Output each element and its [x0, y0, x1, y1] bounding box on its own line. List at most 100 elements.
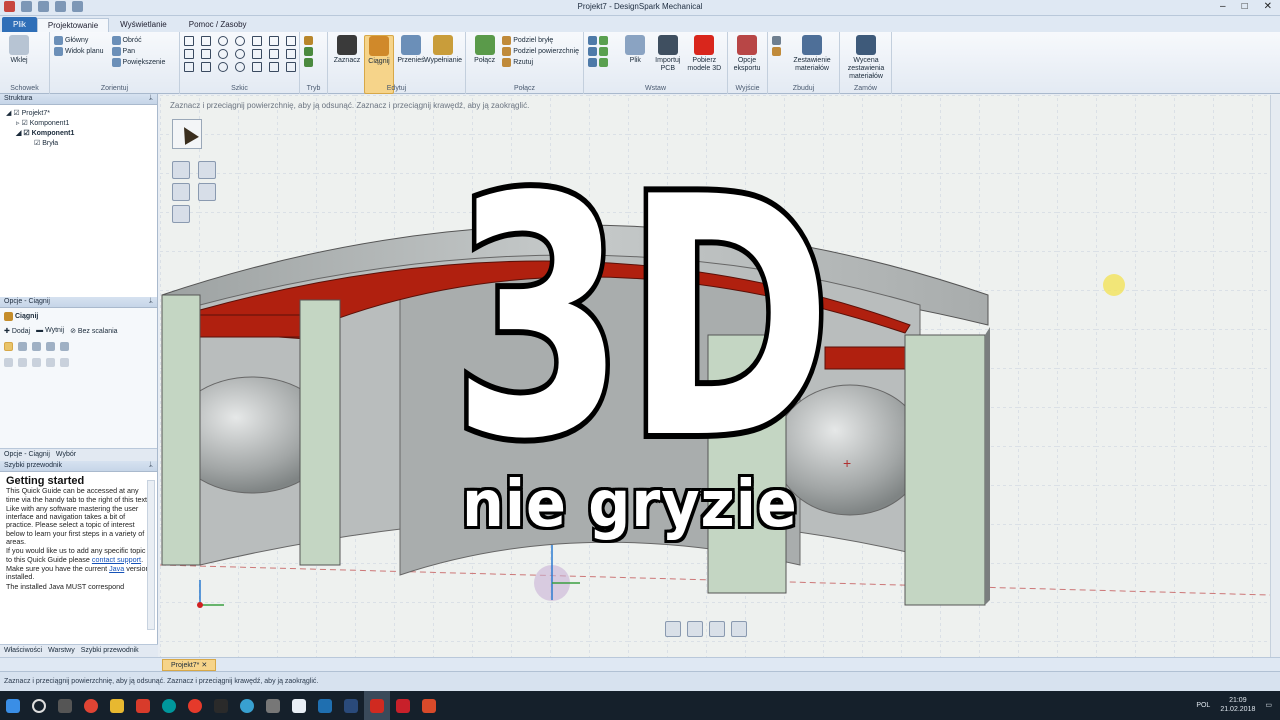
tab-options[interactable]: Opcje - Ciągnij	[4, 451, 50, 459]
cylinder-icon[interactable]	[599, 36, 608, 45]
design-viewport[interactable]: + Zaznacz i przeciągnij powierzchnię, ab…	[160, 95, 1270, 657]
line-tool-icon[interactable]	[184, 36, 194, 46]
guide-scrollbar[interactable]	[147, 480, 155, 630]
tool-icon[interactable]	[687, 621, 703, 637]
search-button[interactable]	[26, 691, 52, 720]
taskbar-app[interactable]	[78, 691, 104, 720]
taskbar-app[interactable]	[104, 691, 130, 720]
pan-button[interactable]: Pan	[111, 46, 166, 57]
tool-icon[interactable]	[772, 36, 781, 45]
taskbar-app[interactable]	[208, 691, 234, 720]
no-merge-option[interactable]: ⊘ Bez scalania	[70, 327, 118, 335]
tab-selection[interactable]: Wybór	[56, 451, 76, 459]
maximize-button[interactable]: □	[1242, 1, 1248, 12]
taskbar-app[interactable]	[182, 691, 208, 720]
tree-item[interactable]: ◢ ☑ Projekt7*	[6, 109, 151, 119]
sphere-icon[interactable]	[599, 47, 608, 56]
line-tool-icon[interactable]	[201, 36, 211, 46]
plan-view-button[interactable]: Widok planu	[54, 46, 104, 57]
option-icon[interactable]	[18, 358, 27, 367]
rectangle-tool-icon[interactable]	[184, 49, 194, 59]
tab-properties[interactable]: Właściwości	[4, 647, 42, 655]
circle-tool-icon[interactable]	[235, 49, 245, 59]
contact-support-link[interactable]: contact support	[92, 555, 141, 564]
fillet-tool-icon[interactable]	[286, 49, 296, 59]
add-option[interactable]: ✚ Dodaj	[4, 327, 30, 335]
tab-display[interactable]: Wyświetlanie	[109, 17, 178, 32]
task-view-button[interactable]	[52, 691, 78, 720]
home-view-button[interactable]: Główny	[54, 35, 104, 46]
tree-item[interactable]: ▹ ☑ Komponent1	[6, 119, 151, 129]
point-tool-icon[interactable]	[184, 62, 194, 72]
tool-icon[interactable]	[198, 183, 216, 201]
tray-lang[interactable]: POL	[1196, 702, 1210, 709]
option-icon[interactable]	[4, 358, 13, 367]
taskbar-app[interactable]	[156, 691, 182, 720]
pin-icon[interactable]: ᛦ	[149, 95, 153, 103]
spin-button[interactable]: Obróć	[111, 35, 166, 46]
taskbar-app[interactable]	[286, 691, 312, 720]
tool-icon[interactable]	[198, 161, 216, 179]
tool-icon[interactable]	[172, 183, 190, 201]
tree-item[interactable]: ☑ Bryła	[6, 139, 151, 149]
circle-tool-icon[interactable]	[218, 62, 228, 72]
split-face-button[interactable]: Podziel powierzchnię	[502, 46, 579, 57]
3d-mode-icon[interactable]	[304, 58, 313, 67]
trim-tool-icon[interactable]	[286, 36, 296, 46]
option-icon[interactable]	[60, 358, 69, 367]
tab-document[interactable]: Projekt7* ✕	[162, 658, 217, 671]
tool-icon[interactable]	[709, 621, 725, 637]
origin-icon[interactable]	[588, 58, 597, 67]
close-button[interactable]: ✕	[1264, 1, 1272, 12]
model-canvas[interactable]: +	[160, 95, 1270, 657]
circle-tool-icon[interactable]	[235, 62, 245, 72]
option-icon[interactable]	[46, 342, 55, 351]
tab-layers[interactable]: Warstwy	[48, 647, 75, 655]
tab-design[interactable]: Projektowanie	[36, 18, 110, 32]
minimize-button[interactable]: –	[1220, 1, 1226, 12]
arc-tool-icon[interactable]	[269, 36, 279, 46]
tree-item[interactable]: ◢ ☑ Komponent1	[6, 129, 151, 139]
circle-tool-icon[interactable]	[218, 36, 228, 46]
tool-icon[interactable]	[772, 47, 781, 56]
zoom-button[interactable]: Powiększenie	[111, 57, 165, 68]
taskbar-app[interactable]	[130, 691, 156, 720]
shell-icon[interactable]	[599, 58, 608, 67]
offset-tool-icon[interactable]	[269, 49, 279, 59]
rectangle-tool-icon[interactable]	[201, 49, 211, 59]
taskbar-app[interactable]	[312, 691, 338, 720]
taskbar-app-designspark[interactable]	[364, 691, 390, 720]
spline-tool-icon[interactable]	[252, 49, 262, 59]
project-button[interactable]: Rzutuj	[502, 57, 579, 68]
plane-icon[interactable]	[588, 36, 597, 45]
polygon-tool-icon[interactable]	[201, 62, 211, 72]
select-tool-button[interactable]	[172, 119, 202, 149]
start-button[interactable]	[0, 691, 26, 720]
cut-option[interactable]: ▬ Wytnij	[36, 327, 64, 334]
tab-quick-guide[interactable]: Szybki przewodnik	[81, 647, 139, 655]
sketch-mode-icon[interactable]	[304, 36, 313, 45]
taskbar-app[interactable]	[338, 691, 364, 720]
export-options-button[interactable]: Opcje eksportu	[732, 35, 762, 73]
arc-tool-icon[interactable]	[252, 36, 262, 46]
tool-icon[interactable]	[172, 161, 190, 179]
mirror-tool-icon[interactable]	[269, 62, 279, 72]
taskbar-app[interactable]	[260, 691, 286, 720]
quote-bom-button[interactable]: Wycena zestawienia materiałów	[844, 35, 888, 81]
taskbar-app[interactable]	[234, 691, 260, 720]
tool-icon[interactable]	[665, 621, 681, 637]
option-icon[interactable]	[32, 358, 41, 367]
option-icon[interactable]	[18, 342, 27, 351]
pin-icon[interactable]: ᛦ	[149, 298, 153, 306]
option-icon[interactable]	[60, 342, 69, 351]
taskbar-app[interactable]	[390, 691, 416, 720]
paste-button[interactable]: Wklej	[4, 35, 34, 65]
circle-tool-icon[interactable]	[235, 36, 245, 46]
ellipse-tool-icon[interactable]	[218, 49, 228, 59]
tab-help[interactable]: Pomoc / Zasoby	[178, 17, 258, 32]
split-body-button[interactable]: Podziel bryłę	[502, 35, 579, 46]
section-mode-icon[interactable]	[304, 47, 313, 56]
java-link[interactable]: Java	[109, 564, 124, 573]
arc-tool-icon[interactable]	[252, 62, 262, 72]
axis-icon[interactable]	[588, 47, 597, 56]
